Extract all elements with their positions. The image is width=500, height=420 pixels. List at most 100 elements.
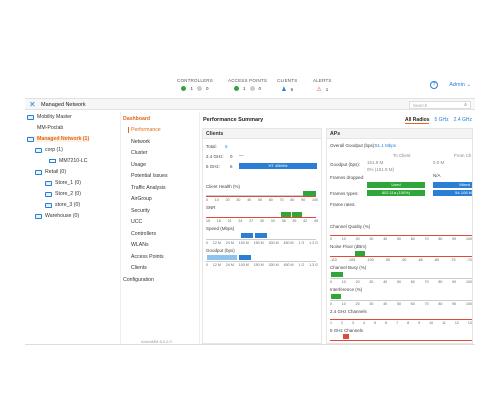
chq-axis-line	[330, 235, 472, 236]
down-icon	[196, 86, 202, 91]
snr-label: SNR	[206, 205, 216, 210]
ch24-axis-line	[330, 319, 472, 320]
goodput-bar-2[interactable]	[239, 255, 251, 260]
types-v1: 802.11a (100%)	[381, 190, 411, 195]
tree-item-store-3[interactable]: store_3 (0)	[45, 202, 80, 208]
total-label: Total:	[206, 144, 217, 149]
tick: 1	[330, 321, 332, 325]
clients-stat[interactable]: CLIENTS ♟ 6	[277, 78, 297, 93]
menu-item-performance[interactable]: Performance	[128, 127, 161, 133]
tree-item-mm-poclab[interactable]: MM-Poclab	[37, 125, 63, 131]
menu-item-airgroup[interactable]: AirGroup	[131, 196, 152, 202]
admin-menu[interactable]: Admin ⌄	[449, 82, 471, 88]
tick: 30	[369, 237, 374, 241]
tick: -110	[330, 258, 337, 262]
tick: -85	[417, 258, 423, 262]
tree-item-mobility-master[interactable]: Mobility Master	[27, 114, 72, 120]
tick: 7	[396, 321, 399, 325]
ch5-label: 5 GHz Channels	[330, 328, 364, 333]
tick: 70	[279, 198, 284, 202]
band24-value: 0	[230, 154, 233, 159]
interference-axis: 0 10 20 30 40 50 60 70 80 90 100	[330, 302, 472, 306]
alerts-stat[interactable]: ALERTS ⚠ 1	[313, 78, 332, 93]
ap-goodput-pct: 0% (151.9 M)	[367, 167, 395, 172]
tick: 39	[292, 219, 297, 223]
tab-all-radios[interactable]: All Radios	[405, 117, 430, 124]
frames-types-bar-2[interactable]: 54-108 M	[433, 190, 472, 196]
menu-item-cluster[interactable]: Cluster	[131, 150, 147, 156]
tree-item-corp[interactable]: corp (1)	[35, 147, 63, 153]
goodput-bar-1[interactable]	[207, 255, 237, 260]
tick: -80	[433, 258, 440, 262]
controllers-stat[interactable]: CONTROLLERS 1 0	[177, 78, 213, 91]
tree-item-managed-network[interactable]: Managed Network (1)	[27, 136, 90, 142]
performance-summary-title: Performance Summary	[203, 117, 264, 123]
tick: 0	[206, 241, 208, 245]
close-icon[interactable]: ✕	[29, 100, 36, 109]
frames-types-bar-1[interactable]: 802.11a (100%)	[367, 190, 425, 196]
frames-mixed-bar[interactable]: Mixed	[433, 182, 472, 188]
tick: 12 M	[212, 241, 221, 245]
tree-label: corp (1)	[45, 147, 63, 153]
tick: 70	[424, 237, 429, 241]
ch5-bar[interactable]	[343, 334, 349, 339]
tree-label: MM-Poclab	[37, 125, 64, 131]
bottom-divider	[25, 344, 475, 345]
menu-item-ucc[interactable]: UCC	[131, 219, 142, 225]
menu-item-traffic-analysis[interactable]: Traffic Analysis	[131, 185, 166, 191]
tick: 100	[465, 237, 472, 241]
goodput-axis-line	[206, 261, 316, 262]
ht40-bar[interactable]: HT 40MHz	[239, 163, 317, 169]
tick: 150 M	[253, 241, 264, 245]
tree-label: MM7210-LC	[59, 158, 88, 164]
search-icon[interactable]: ⌕	[464, 102, 467, 108]
tick: 10	[341, 237, 346, 241]
page-title: Managed Network	[41, 102, 86, 108]
tick: 60	[410, 302, 415, 306]
tree-item-store-1[interactable]: Store_1 (0)	[45, 180, 81, 186]
menu-configuration[interactable]: Configuration	[123, 277, 154, 283]
tick: 12 M	[212, 263, 221, 267]
frames-dropped-value: N/A	[433, 173, 441, 178]
help-icon[interactable]: ?	[430, 81, 438, 89]
performance-content: Performance Summary All Radios 5 GHz 2.4…	[200, 112, 475, 344]
menu-item-potential-issues[interactable]: Potential Issues	[131, 173, 168, 179]
band5-label: 5 GHz:	[206, 164, 221, 169]
menu-dashboard[interactable]: Dashboard	[123, 116, 150, 122]
interference-bar[interactable]	[331, 294, 341, 299]
menu-item-access-points[interactable]: Access Points	[131, 254, 164, 260]
tree-item-mm7210[interactable]: MM7210-LC	[49, 158, 88, 164]
menu-item-security[interactable]: Security	[131, 208, 150, 214]
busy-bar[interactable]	[331, 272, 343, 277]
speed-bar-2[interactable]	[255, 233, 267, 238]
speed-bar-1[interactable]	[241, 233, 253, 238]
tree-item-store-2[interactable]: Store_2 (0)	[45, 191, 81, 197]
tick: 300 M	[268, 263, 279, 267]
noise-axis-line	[330, 256, 472, 257]
tick: 0	[330, 280, 332, 284]
menu-item-network[interactable]: Network	[131, 139, 150, 145]
tick: 30	[236, 198, 241, 202]
tab-24ghz[interactable]: 2.4 GHz	[454, 117, 472, 124]
menu-item-controllers[interactable]: Controllers	[131, 231, 156, 237]
tree-item-retail[interactable]: Retail (0)	[35, 169, 66, 175]
tick: 21	[227, 219, 232, 223]
top-status-bar: CONTROLLERS 1 0 ACCESS POINTS 1 0 CLIENT…	[25, 72, 475, 98]
tick: 42	[303, 219, 308, 223]
tick: 15	[206, 219, 210, 223]
menu-item-clients[interactable]: Clients	[131, 265, 147, 271]
folder-icon	[35, 213, 42, 219]
tree-label: Managed Network (1)	[37, 136, 90, 142]
tick: 60	[410, 237, 415, 241]
tick: 1 G	[298, 241, 305, 245]
tick: -105	[348, 258, 356, 262]
tree-item-warehouse[interactable]: Warehouse (0)	[35, 213, 79, 219]
menu-item-usage[interactable]: Usage	[131, 162, 146, 168]
busy-axis-line	[330, 278, 472, 279]
search-input[interactable]: Search ⌕	[409, 101, 471, 109]
tick: 0	[206, 198, 208, 202]
menu-item-wlans[interactable]: WLANs	[131, 242, 149, 248]
frames-used-bar[interactable]: Used	[367, 182, 425, 188]
access-points-stat[interactable]: ACCESS POINTS 1 0	[228, 78, 267, 91]
tab-5ghz[interactable]: 5 GHz	[434, 117, 448, 124]
